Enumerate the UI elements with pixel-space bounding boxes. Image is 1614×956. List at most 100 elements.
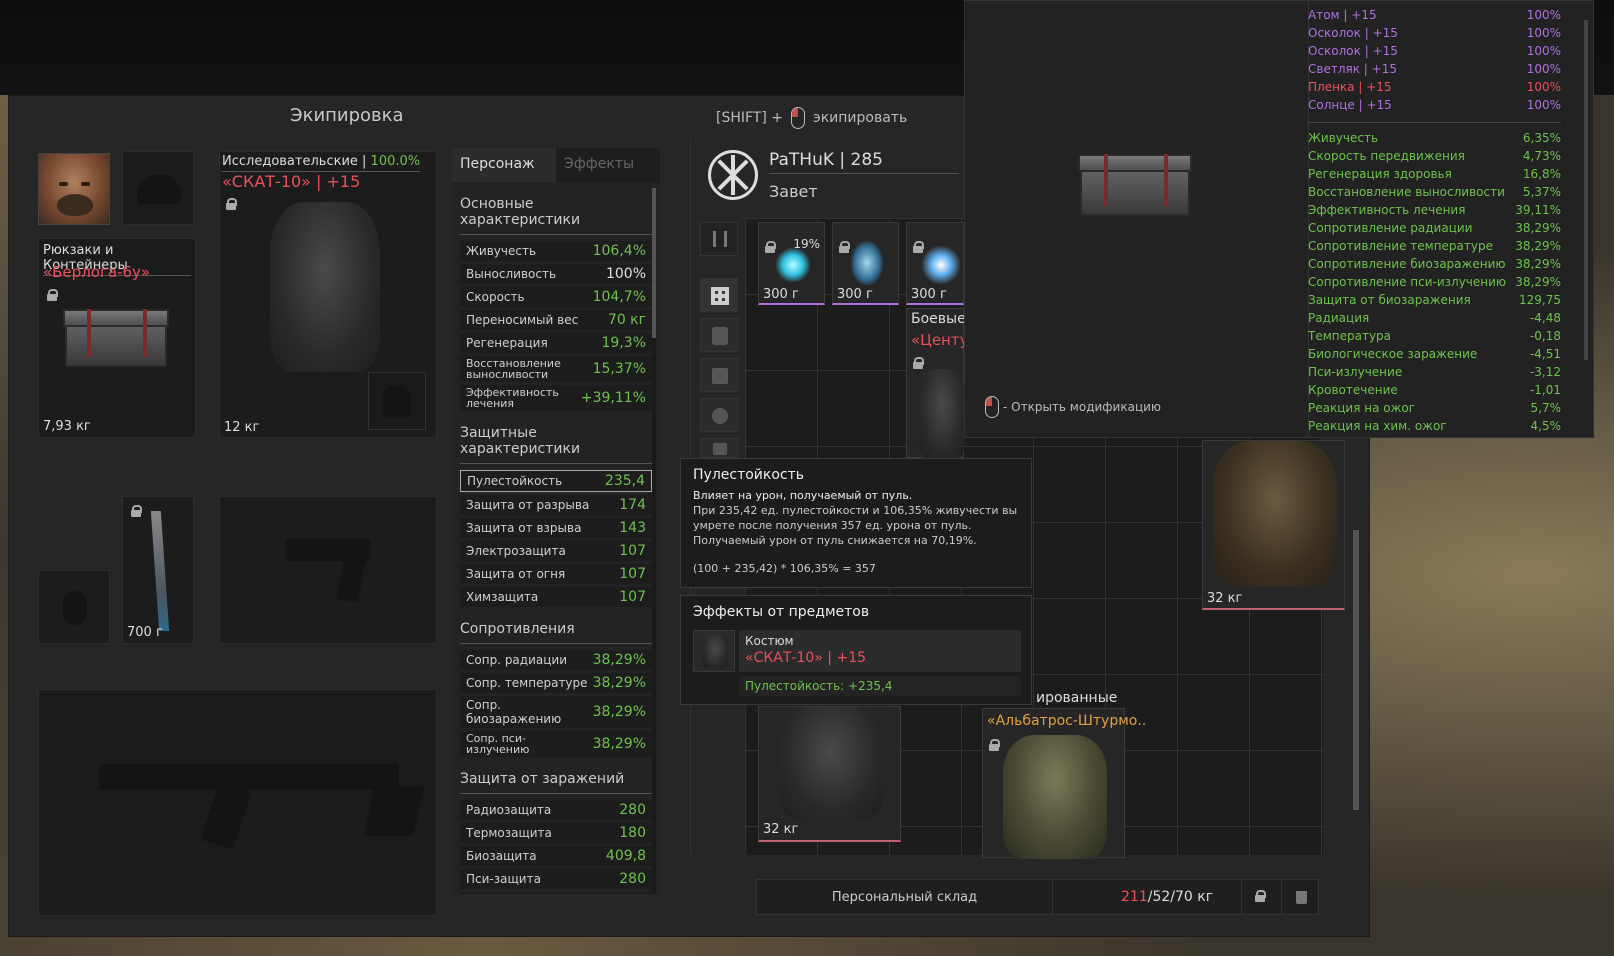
albatros-item-tile[interactable]: «Альбатрос-Штурмо.. <box>982 708 1146 859</box>
stat-label: Химзащита <box>466 590 539 604</box>
stat-label: Защита от разрыва <box>466 498 590 512</box>
bonus-row: Пленка | +15 100% <box>1308 78 1561 96</box>
backpack-slot[interactable]: Рюкзаки и Контейнеры «Берлога-6у» 7,93 к… <box>38 238 196 438</box>
bonus-label: Восстановление выносливости <box>1308 185 1505 199</box>
tab-effects[interactable]: Эффекты <box>556 148 660 182</box>
knife-slot[interactable]: 700 г <box>122 496 194 644</box>
rifle-slot[interactable] <box>38 689 437 916</box>
stat-label: Защита от взрыва <box>466 521 582 535</box>
effects-title: Эффекты от предметов <box>693 604 870 620</box>
artifact-tile[interactable]: 300 г <box>832 222 899 305</box>
bonus-label: Пси-излучение <box>1308 365 1403 379</box>
bonus-row: Солнце | +15 100% <box>1308 96 1561 114</box>
backpack-weight: 7,93 кг <box>43 419 91 434</box>
bonus-row: Сопротивление пси-излучению 38,29% <box>1308 273 1561 291</box>
equip-hint-action: экипировать <box>813 110 908 126</box>
combat-armor-tile[interactable]: Боевые «Центур <box>906 308 978 459</box>
bonus-label: Скорость передвижения <box>1308 149 1465 163</box>
bonus-label: Осколок | +15 <box>1308 44 1398 58</box>
bonus-label: Осколок | +15 <box>1308 26 1398 40</box>
personal-storage-button[interactable]: Персональный склад <box>757 880 1053 914</box>
sort-button[interactable] <box>700 222 738 256</box>
chest-strap <box>1104 154 1108 206</box>
armor-item-tile[interactable]: 32 кг <box>1202 440 1345 610</box>
filter-medkit-button[interactable] <box>700 438 738 458</box>
backpack-image <box>63 309 169 367</box>
stats-scrollbar-thumb[interactable] <box>652 188 656 338</box>
open-mod-label: - Открыть модификацию <box>1003 400 1162 414</box>
infect-stats-heading: Защита от заражений <box>460 771 652 794</box>
portrait-eye-left <box>59 182 68 186</box>
backpack-filter-icon <box>712 368 728 384</box>
stat-row[interactable]: Электрозащита 107 <box>460 541 652 561</box>
grid-icon <box>711 287 729 305</box>
combat-category-label: Боевые <box>911 311 966 327</box>
bonus-value: 100% <box>1526 98 1561 112</box>
pistol-slot[interactable] <box>219 496 437 644</box>
effect-item-row: Костюм «СКАТ-10» | +15 <box>739 630 1021 672</box>
stat-row[interactable]: Пси-защита 280 <box>460 869 652 889</box>
stat-label: Восстановление выносливости <box>466 357 561 381</box>
stat-row[interactable]: Сопр. радиации 38,29% <box>460 650 652 670</box>
stat-row[interactable]: Пулестойкость 235,4 <box>460 470 652 492</box>
stat-row[interactable]: Биозащита 409,8 <box>460 846 652 866</box>
bonus-label: Сопротивление температуре <box>1308 239 1493 253</box>
lock-icon <box>765 241 776 253</box>
tab-character[interactable]: Персонаж <box>452 148 556 182</box>
artifact-tile[interactable]: 19% 300 г <box>758 222 825 305</box>
bonus-value: 129,75 <box>1519 293 1561 307</box>
bonus-value: 39,11% <box>1515 203 1561 217</box>
stat-row[interactable]: Радиозащита 280 <box>460 800 652 820</box>
chest-strap <box>143 309 147 357</box>
equip-hint: [SHIFT] + экипировать <box>716 107 907 129</box>
stat-row[interactable]: Скорость 104,7% <box>460 287 652 307</box>
stat-row[interactable]: Химзащита 107 <box>460 587 652 607</box>
bonus-label: Реакция на хим. ожог <box>1308 419 1447 433</box>
open-mod-hint[interactable]: - Открыть модификацию <box>985 396 1161 418</box>
lock-toggle-button[interactable] <box>1241 880 1277 914</box>
inventory-scrollbar[interactable] <box>1353 530 1359 810</box>
stat-value: 38,29% <box>592 736 646 752</box>
stat-row[interactable]: Эффективность лечения +39,11% <box>460 385 652 411</box>
trash-button[interactable] <box>1281 880 1319 914</box>
stat-row[interactable]: Защита от взрыва 143 <box>460 518 652 538</box>
filter-backpack-button[interactable] <box>700 358 738 392</box>
stat-row[interactable]: Защита от огня 107 <box>460 564 652 584</box>
stat-value: 280 <box>619 871 646 887</box>
armor-mod-slot[interactable] <box>368 372 426 430</box>
grenade-slot[interactable] <box>38 570 110 644</box>
stat-row[interactable]: Переносимый вес 70 кг <box>460 310 652 330</box>
main-stats-heading: Основные характеристики <box>460 196 652 235</box>
grid-view-button[interactable] <box>700 278 738 312</box>
stat-row[interactable]: Сопр. пси-излучению 38,29% <box>460 731 652 757</box>
armor-item-tile[interactable]: 32 кг <box>758 706 901 842</box>
artifact-tile[interactable]: 300 г <box>906 222 964 305</box>
stat-label: Биозащита <box>466 849 537 863</box>
stat-label: Пулестойкость <box>467 474 563 488</box>
stat-row[interactable]: Восстановление выносливости 15,37% <box>460 356 652 382</box>
stat-row[interactable]: Термозащита 180 <box>460 823 652 843</box>
player-faction: Завет <box>769 182 818 201</box>
stat-row[interactable]: Сопр. биозаражению 38,29% <box>460 696 652 728</box>
stat-row[interactable]: Живучесть 106,4% <box>460 241 652 261</box>
stat-row[interactable]: Выносливость 100% <box>460 264 652 284</box>
armor-image <box>270 202 380 372</box>
stat-row[interactable]: Сопр. температуре 38,29% <box>460 673 652 693</box>
stat-value: 104,7% <box>592 289 646 305</box>
bonus-label: Радиация <box>1308 311 1370 325</box>
bonus-value: 5,7% <box>1530 401 1562 415</box>
helmet-slot[interactable] <box>122 151 194 225</box>
stat-row[interactable]: Защита от <box>460 892 652 894</box>
bonus-label: Эффективность лечения <box>1308 203 1466 217</box>
mod-popup-scrollbar[interactable] <box>1584 20 1588 360</box>
filter-armor-button[interactable] <box>700 318 738 352</box>
character-portrait[interactable] <box>38 153 110 225</box>
protect-stats-heading: Защитные характеристики <box>460 425 652 464</box>
artifact-image <box>775 247 811 283</box>
rifle-stock-icon <box>363 786 425 836</box>
stat-label: Эффективность лечения <box>466 386 559 410</box>
stat-row[interactable]: Защита от разрыва 174 <box>460 495 652 515</box>
stat-row[interactable]: Регенерация 19,3% <box>460 333 652 353</box>
filter-artifact-button[interactable] <box>700 398 738 432</box>
armor-slot[interactable]: Исследовательские | 100.0% «СКАТ-10» | +… <box>219 151 437 438</box>
